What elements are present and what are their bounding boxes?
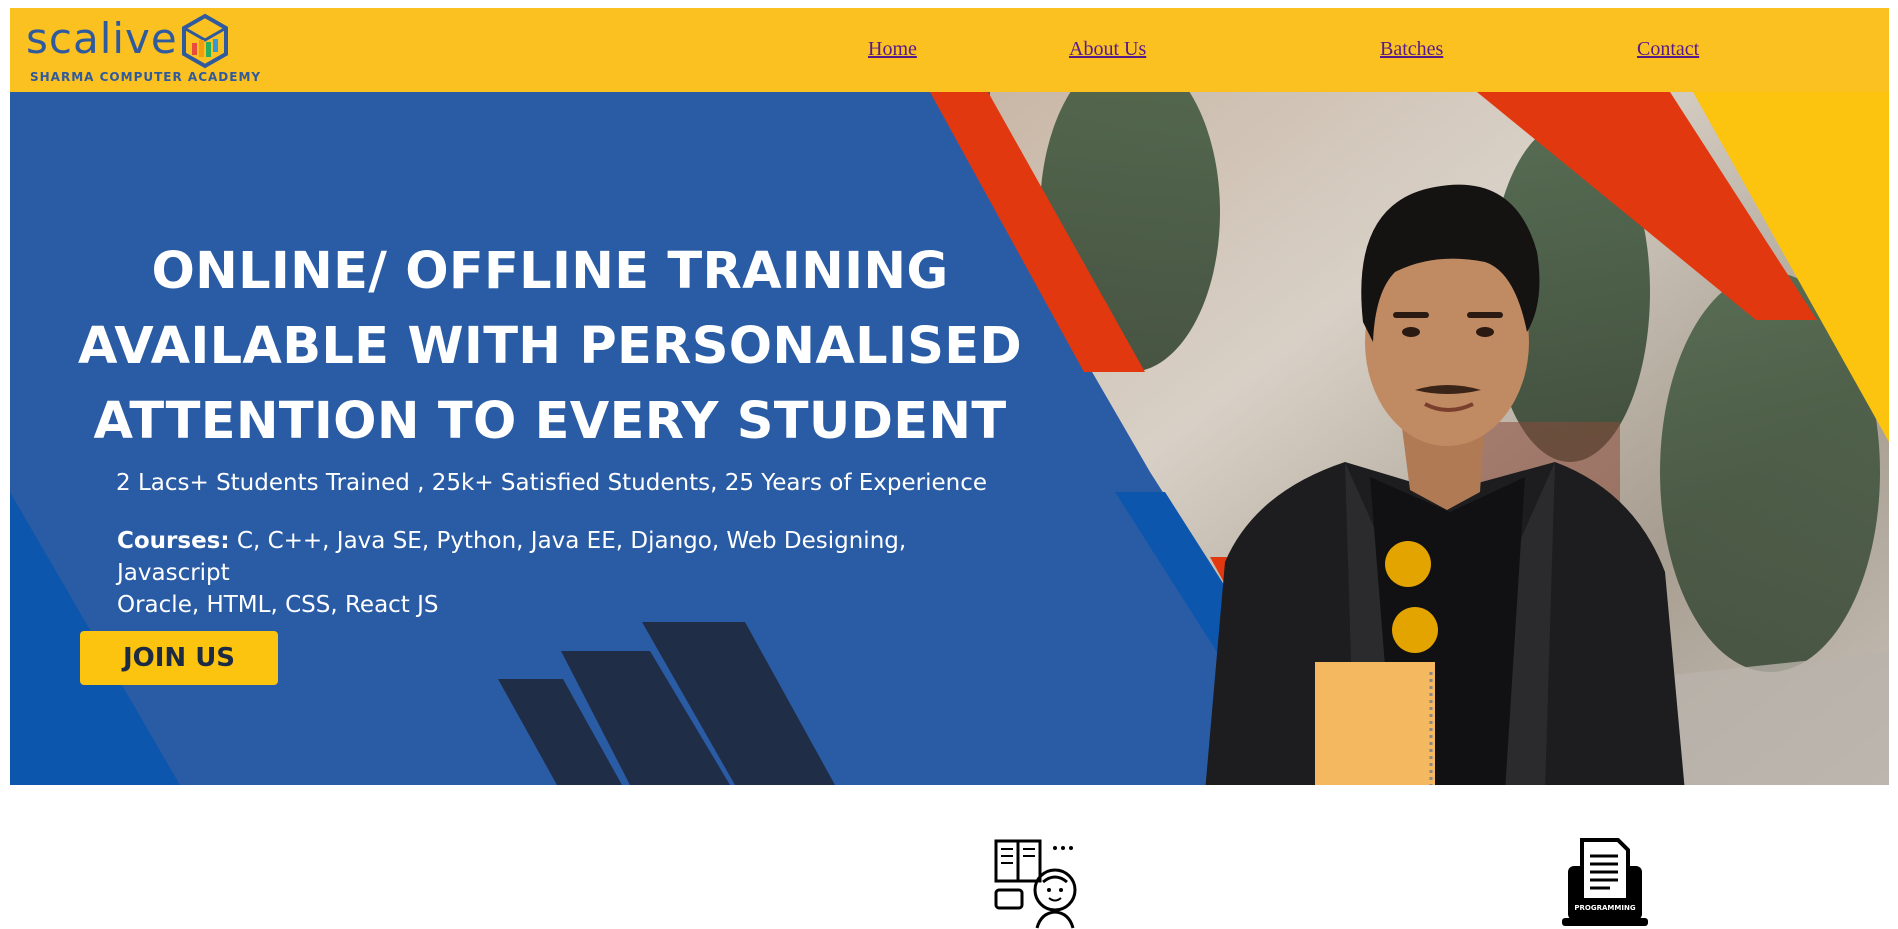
- brand-logo[interactable]: scalive SHARMA COMPUTER ACADEMY: [16, 10, 260, 92]
- student-photo: [1205, 184, 1685, 785]
- nav-about-link[interactable]: About Us: [1069, 38, 1146, 61]
- hero-title-line-2: AVAILABLE WITH PERSONALISED: [77, 317, 1023, 376]
- nav-batches-link[interactable]: Batches: [1380, 38, 1443, 61]
- learning-mind-icon: [994, 839, 1077, 929]
- hero-title-line-1: ONLINE/ OFFLINE TRAINING: [151, 242, 949, 301]
- brand-subtitle: SHARMA COMPUTER ACADEMY: [30, 70, 262, 84]
- programming-icon-label: PROGRAMMING: [1574, 904, 1636, 912]
- top-navbar: scalive SHARMA COMPUTER ACADEMY Home Abo…: [10, 8, 1889, 92]
- join-us-button[interactable]: JOIN US: [80, 631, 278, 685]
- courses-list-line-2: Oracle, HTML, CSS, React JS: [117, 592, 439, 618]
- cube-logo-icon: [182, 13, 228, 69]
- courses-list-line-1: C, C++, Java SE, Python, Java EE, Django…: [117, 528, 907, 586]
- brand-name: scalive: [26, 14, 178, 63]
- courses-label: Courses:: [117, 528, 230, 554]
- nav-home-link[interactable]: Home: [868, 38, 917, 61]
- programming-laptop-icon: PROGRAMMING: [1560, 838, 1650, 929]
- hero-title-line-3: ATTENTION TO EVERY STUDENT: [93, 392, 1007, 451]
- hero-stats: 2 Lacs+ Students Trained , 25k+ Satisfie…: [116, 470, 988, 496]
- hero-title: ONLINE/ OFFLINE TRAINING AVAILABLE WITH …: [70, 234, 1030, 459]
- nav-contact-link[interactable]: Contact: [1637, 38, 1699, 61]
- hero-courses: Courses: C, C++, Java SE, Python, Java E…: [117, 525, 997, 621]
- hero-banner: ONLINE/ OFFLINE TRAINING AVAILABLE WITH …: [10, 92, 1889, 785]
